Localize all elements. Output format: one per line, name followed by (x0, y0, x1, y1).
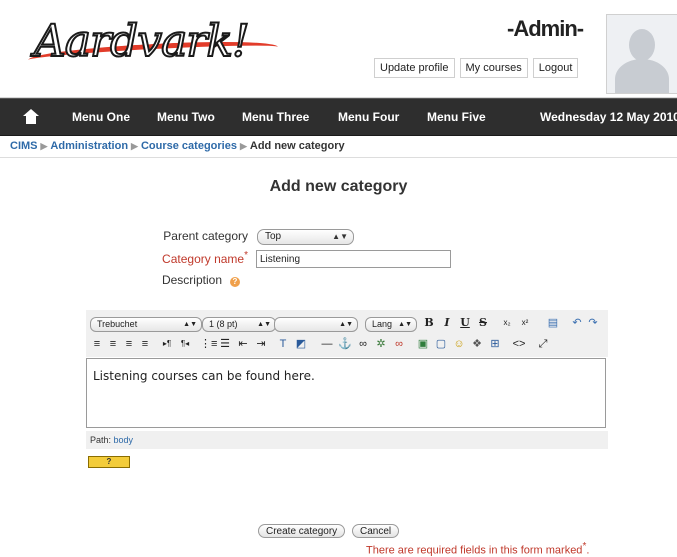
clean-word-icon[interactable]: ▤ (546, 316, 560, 330)
update-profile-link[interactable]: Update profile (374, 58, 455, 78)
current-date: Wednesday 12 May 2010 (540, 110, 677, 124)
breadcrumb-administration[interactable]: Administration (50, 140, 128, 152)
required-fields-notice: There are required fields in this form m… (366, 541, 590, 557)
justify-icon[interactable]: ≡ (138, 337, 152, 351)
user-title: -Admin- (507, 16, 584, 41)
parent-category-label: Parent category (163, 229, 248, 243)
select-arrows-icon: ▲▼ (398, 321, 412, 328)
breadcrumb-separator-icon: ▶ (239, 141, 247, 151)
indent-icon[interactable]: ⇥ (254, 337, 268, 351)
html-editor: Trebuchet ▲▼ 1 (8 pt) ▲▼ ▲▼ Lang ▲▼ B I U S… (86, 310, 608, 450)
user-links: Update profile My courses Logout (374, 58, 579, 78)
avatar-body-shape (615, 59, 669, 93)
avatar[interactable] (606, 14, 677, 94)
site-logo[interactable]: Aardvark! (27, 14, 279, 76)
my-courses-link[interactable]: My courses (459, 58, 528, 78)
create-category-button[interactable]: Create category (258, 524, 346, 538)
home-icon[interactable] (23, 109, 39, 125)
insert-table-icon[interactable]: ▢ (434, 337, 448, 351)
category-name-label: Category name* (118, 250, 248, 266)
home-icon-roof (23, 109, 39, 116)
search-replace-icon[interactable]: ⊞ (488, 337, 502, 351)
logout-link[interactable]: Logout (532, 58, 579, 78)
menu-item-three[interactable]: Menu Three (242, 110, 309, 124)
bold-button[interactable]: B (422, 316, 436, 330)
ltr-icon[interactable]: ▸¶ (160, 337, 174, 351)
required-fields-notice-text: There are required fields in this form m… (366, 544, 583, 557)
menu-item-two[interactable]: Menu Two (157, 110, 215, 124)
breadcrumb-current: Add new category (249, 140, 345, 152)
superscript-button[interactable]: x² (518, 316, 532, 330)
path-label: Path: (90, 435, 112, 445)
font-size-select[interactable]: 1 (8 pt) ▲▼ (202, 317, 276, 332)
editor-content-area[interactable]: Listening courses can be found here. (86, 358, 606, 428)
help-icon[interactable]: ? (230, 277, 240, 287)
required-star: * (244, 250, 248, 261)
site-header: Aardvark! -Admin- Update profile My cour… (0, 0, 677, 98)
breadcrumb: CIMS ▶ Administration ▶ Course categories ▶ Ad… (10, 140, 345, 152)
outdent-icon[interactable]: ⇤ (236, 337, 250, 351)
select-arrows-icon: ▲▼ (332, 232, 348, 241)
main-navbar: Menu One Menu Two Menu Three Menu Four M… (0, 98, 677, 136)
rtl-icon[interactable]: ¶◂ (178, 337, 192, 351)
cancel-button[interactable]: Cancel (352, 524, 400, 538)
parent-category-select[interactable]: Top ▲▼ (257, 229, 354, 245)
strikethrough-button[interactable]: S (476, 316, 490, 330)
select-arrows-icon: ▲▼ (339, 321, 353, 328)
breadcrumb-separator-icon: ▶ (40, 141, 48, 151)
text-color-icon[interactable]: T (276, 337, 290, 351)
menu-item-one[interactable]: Menu One (72, 110, 130, 124)
logo-text: Aardvark! (33, 15, 251, 68)
horizontal-rule-icon[interactable]: — (320, 337, 334, 351)
home-icon-body (26, 116, 36, 124)
editor-help-toggle[interactable]: ? (88, 456, 130, 468)
category-name-input[interactable] (256, 250, 451, 268)
undo-icon[interactable]: ↶ (570, 316, 584, 330)
font-family-value: Trebuchet (97, 319, 138, 329)
breadcrumb-divider (0, 157, 677, 158)
underline-button[interactable]: U (458, 316, 472, 330)
lang-value: Lang (372, 319, 393, 329)
parent-category-value: Top (265, 231, 282, 242)
page-title: Add new category (269, 178, 408, 195)
breadcrumb-course-categories[interactable]: Course categories (141, 140, 237, 152)
avatar-head-shape (629, 29, 655, 61)
nolink-icon[interactable]: ✲ (374, 337, 388, 351)
editor-toolbar: Trebuchet ▲▼ 1 (8 pt) ▲▼ ▲▼ Lang ▲▼ B I U S… (86, 310, 608, 357)
highlight-color-icon[interactable]: ◩ (294, 337, 308, 351)
align-right-icon[interactable]: ≡ (122, 337, 136, 351)
ordered-list-icon[interactable]: ⋮≡ (200, 337, 217, 351)
menu-item-five[interactable]: Menu Five (427, 110, 486, 124)
select-arrows-icon: ▲▼ (257, 321, 271, 328)
insert-image-icon[interactable]: ▣ (416, 337, 430, 351)
lang-select[interactable]: Lang ▲▼ (365, 317, 417, 332)
align-left-icon[interactable]: ≡ (90, 337, 104, 351)
smiley-icon[interactable]: ☺ (452, 337, 466, 351)
menu-item-four[interactable]: Menu Four (338, 110, 399, 124)
align-center-icon[interactable]: ≡ (106, 337, 120, 351)
html-source-icon[interactable]: <> (512, 337, 526, 351)
path-body-link[interactable]: body (114, 435, 134, 445)
breadcrumb-separator-icon: ▶ (131, 141, 138, 151)
font-family-select[interactable]: Trebuchet ▲▼ (90, 317, 202, 332)
select-arrows-icon: ▲▼ (183, 321, 197, 328)
unlink-icon[interactable]: ∞ (392, 337, 406, 351)
font-size-value: 1 (8 pt) (209, 319, 238, 329)
unordered-list-icon[interactable]: ☰ (218, 337, 232, 351)
editor-path-bar: Path: body (86, 431, 608, 449)
breadcrumb-cims[interactable]: CIMS (10, 140, 38, 152)
description-label: Description (161, 273, 222, 287)
required-star: * (582, 541, 587, 552)
fullscreen-icon[interactable]: ⤢ (536, 337, 550, 351)
anchor-icon[interactable]: ⚓ (338, 337, 352, 351)
italic-button[interactable]: I (440, 316, 454, 330)
link-icon[interactable]: ∞ (356, 337, 370, 351)
subscript-button[interactable]: x₂ (500, 316, 514, 330)
format-select[interactable]: ▲▼ (274, 317, 358, 332)
category-name-label-text: Category name (162, 252, 245, 266)
special-char-icon[interactable]: ❖ (470, 337, 484, 351)
redo-icon[interactable]: ↷ (586, 316, 600, 330)
